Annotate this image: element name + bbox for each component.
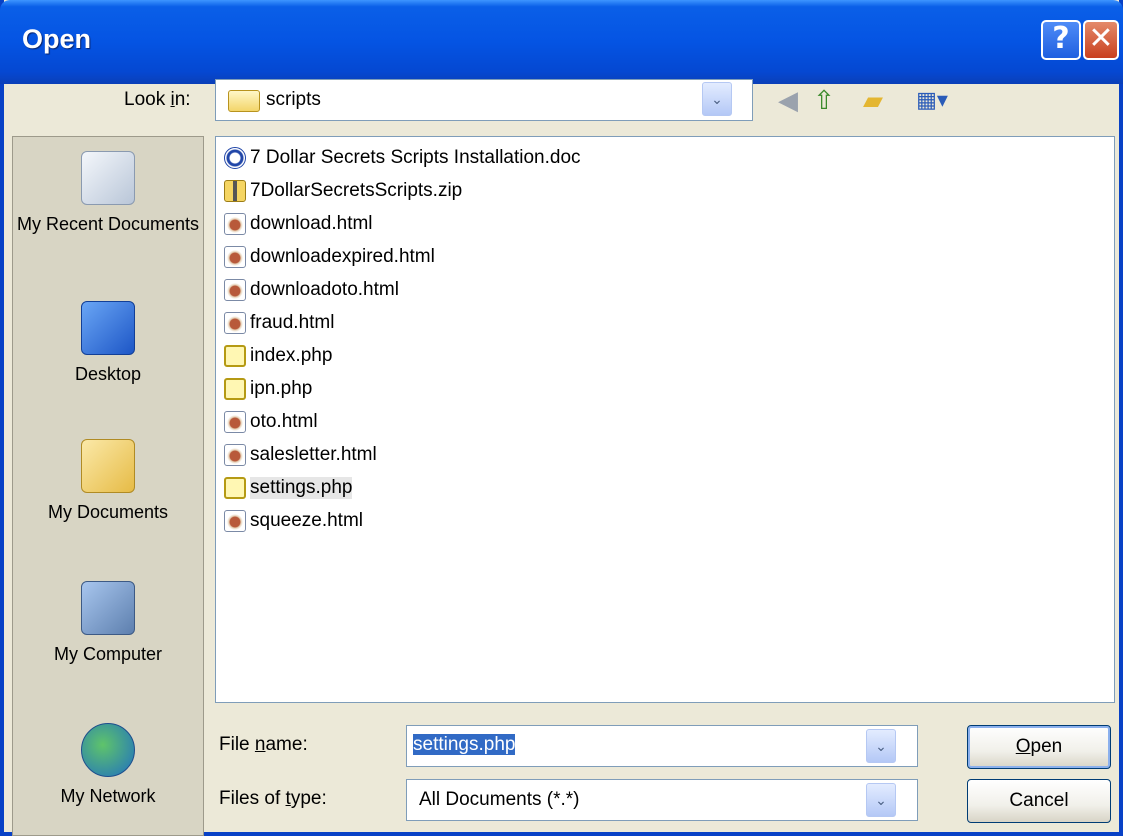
place-my-documents[interactable]: My Documents [13, 439, 203, 523]
file-name: download.html [250, 213, 373, 234]
place-label: My Documents [47, 502, 169, 522]
help-icon: ? [1052, 21, 1070, 56]
file-name: salesletter.html [250, 444, 377, 465]
close-button[interactable]: ✕ [1083, 20, 1119, 60]
open-button[interactable]: Open [967, 725, 1111, 769]
cancel-button[interactable]: Cancel [967, 779, 1111, 823]
files-of-type-label: Files of type: [219, 788, 327, 809]
place-my-network[interactable]: My Network [13, 723, 203, 807]
up-folder-icon[interactable]: ⇧ [809, 85, 839, 115]
file-item[interactable]: 7 Dollar Secrets Scripts Installation.do… [224, 143, 581, 173]
file-item[interactable]: fraud.html [224, 308, 334, 338]
html-file-icon [224, 444, 246, 466]
files-of-type-select[interactable]: All Documents (*.*) [406, 779, 918, 821]
place-label: Desktop [74, 364, 142, 384]
place-label: My Computer [53, 644, 163, 664]
back-icon[interactable]: ◀ [773, 85, 803, 115]
file-name: 7 Dollar Secrets Scripts Installation.do… [250, 147, 581, 168]
chevron-down-icon: ⌄ [875, 792, 887, 808]
html-file-icon [224, 279, 246, 301]
place-my-recent-documents[interactable]: My Recent Documents [13, 151, 203, 235]
html-file-icon [224, 213, 246, 235]
php-file-icon [224, 477, 246, 499]
place-label: My Network [60, 786, 156, 806]
dialog-title: Open [22, 24, 92, 54]
folder-icon [228, 90, 260, 112]
file-name: downloadexpired.html [250, 246, 435, 267]
file-name: index.php [250, 345, 333, 366]
file-name-dropdown-button[interactable]: ⌄ [866, 729, 896, 763]
file-item[interactable]: ipn.php [224, 374, 312, 404]
file-name: 7DollarSecretsScripts.zip [250, 180, 463, 201]
php-file-icon [224, 345, 246, 367]
file-name: settings.php [250, 477, 353, 499]
file-list[interactable]: 7 Dollar Secrets Scripts Installation.do… [215, 136, 1115, 703]
title-bar[interactable]: Open ? ✕ [0, 0, 1123, 84]
file-name-value: settings.php [413, 734, 516, 755]
places-bar: My Recent Documents Desktop My Documents… [12, 136, 204, 836]
my-computer-icon [81, 581, 135, 635]
file-name-input[interactable]: settings.php [413, 734, 853, 760]
html-file-icon [224, 312, 246, 334]
word-document-icon [224, 147, 246, 169]
help-button[interactable]: ? [1041, 20, 1081, 60]
recent-documents-icon [81, 151, 135, 205]
file-name: ipn.php [250, 378, 313, 399]
file-name: downloadoto.html [250, 279, 399, 300]
views-menu-icon[interactable]: ▦▾ [906, 85, 958, 115]
look-in-label: Look in: [124, 89, 191, 110]
files-of-type-value: All Documents (*.*) [419, 789, 580, 810]
php-file-icon [224, 378, 246, 400]
look-in-dropdown-button[interactable]: ⌄ [702, 82, 732, 116]
file-item[interactable]: downloadexpired.html [224, 242, 435, 272]
look-in-combobox[interactable]: scripts [215, 79, 753, 121]
file-item[interactable]: squeeze.html [224, 506, 363, 536]
html-file-icon [224, 411, 246, 433]
my-network-icon [81, 723, 135, 777]
file-name-combobox[interactable]: settings.php [406, 725, 918, 767]
file-item-selected[interactable]: settings.php [224, 473, 353, 503]
file-item[interactable]: oto.html [224, 407, 318, 437]
file-name-label: File name: [219, 734, 308, 755]
file-item[interactable]: index.php [224, 341, 332, 371]
files-of-type-dropdown-button[interactable]: ⌄ [866, 783, 896, 817]
place-my-computer[interactable]: My Computer [13, 581, 203, 665]
place-desktop[interactable]: Desktop [13, 301, 203, 385]
file-name: squeeze.html [250, 510, 364, 531]
zip-archive-icon [224, 180, 246, 202]
file-item[interactable]: salesletter.html [224, 440, 377, 470]
html-file-icon [224, 246, 246, 268]
place-label: My Recent Documents [16, 214, 200, 234]
html-file-icon [224, 510, 246, 532]
file-name: oto.html [250, 411, 318, 432]
file-name: fraud.html [250, 312, 335, 333]
new-folder-icon[interactable]: ▰ [858, 85, 888, 115]
file-item[interactable]: downloadoto.html [224, 275, 399, 305]
my-documents-icon [81, 439, 135, 493]
desktop-icon [81, 301, 135, 355]
chevron-down-icon: ⌄ [711, 91, 723, 107]
file-item[interactable]: 7DollarSecretsScripts.zip [224, 176, 462, 206]
chevron-down-icon: ⌄ [875, 738, 887, 754]
look-in-value: scripts [266, 89, 321, 110]
file-item[interactable]: download.html [224, 209, 373, 239]
close-icon: ✕ [1088, 21, 1114, 56]
